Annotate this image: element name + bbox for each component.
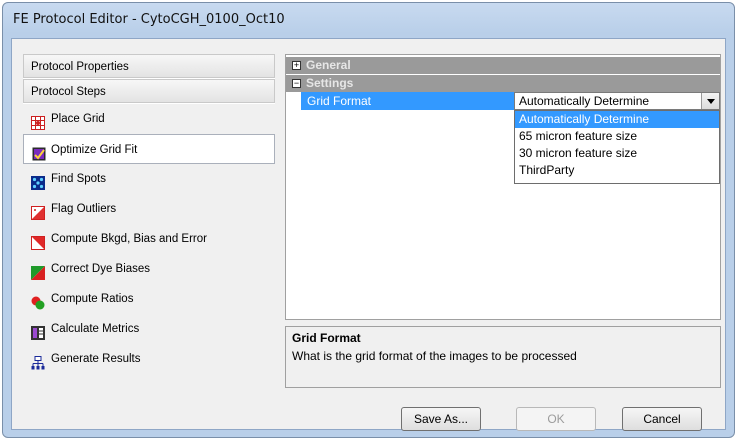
step-label: Flag Outliers	[51, 203, 117, 215]
section-protocol-steps[interactable]: Protocol Steps	[23, 79, 275, 103]
step-find-spots[interactable]: Find Spots	[23, 164, 275, 194]
compute-ratios-icon	[31, 292, 45, 310]
ok-button[interactable]: OK	[516, 407, 596, 431]
optimize-grid-icon	[32, 143, 46, 161]
step-label: Correct Dye Biases	[51, 263, 151, 275]
option-thirdparty[interactable]: ThirdParty	[515, 162, 719, 179]
step-label: Compute Bkgd, Bias and Error	[51, 233, 207, 245]
cancel-button[interactable]: Cancel	[622, 407, 702, 431]
calculate-metrics-icon	[31, 322, 45, 340]
window-title: FE Protocol Editor - CytoCGH_0100_Oct10	[13, 12, 285, 27]
dropdown-arrow-icon[interactable]	[701, 93, 719, 109]
step-place-grid[interactable]: Place Grid	[23, 104, 275, 134]
grid-format-combobox[interactable]: Automatically Determine	[514, 92, 720, 110]
property-help-box: Grid Format What is the grid format of t…	[285, 326, 721, 388]
left-navigation-pane: Protocol Properties Protocol Steps Place…	[23, 54, 275, 372]
help-description: What is the grid format of the images to…	[292, 349, 577, 363]
save-as-button[interactable]: Save As...	[401, 407, 481, 431]
dialog-client-area: Protocol Properties Protocol Steps Place…	[11, 38, 726, 431]
step-flag-outliers[interactable]: Flag Outliers	[23, 194, 275, 224]
property-name-grid-format[interactable]: Grid Format	[301, 92, 514, 110]
step-compute-ratios[interactable]: Compute Ratios	[23, 284, 275, 314]
section-protocol-properties[interactable]: Protocol Properties	[23, 54, 275, 78]
compute-bkgd-icon	[31, 232, 45, 250]
step-label: Optimize Grid Fit	[51, 144, 138, 156]
option-30-micron[interactable]: 30 micron feature size	[515, 145, 719, 162]
step-compute-bkgd[interactable]: Compute Bkgd, Bias and Error	[23, 224, 275, 254]
step-label: Generate Results	[51, 353, 141, 365]
property-grid: + General − Settings Grid Format Automat…	[285, 54, 721, 320]
combobox-value: Automatically Determine	[519, 94, 650, 108]
generate-results-icon	[31, 352, 45, 370]
expand-icon[interactable]: +	[292, 61, 301, 70]
step-correct-dye-biases[interactable]: Correct Dye Biases	[23, 254, 275, 284]
protocol-steps-list: Place Grid Optimize Grid Fit Find Spots	[23, 104, 275, 374]
title-bar[interactable]: FE Protocol Editor - CytoCGH_0100_Oct10	[3, 3, 734, 35]
step-label: Compute Ratios	[51, 293, 134, 305]
step-label: Calculate Metrics	[51, 323, 140, 335]
step-optimize-grid-fit[interactable]: Optimize Grid Fit	[23, 134, 275, 164]
protocol-editor-window: FE Protocol Editor - CytoCGH_0100_Oct10 …	[2, 2, 735, 438]
collapse-icon[interactable]: −	[292, 79, 301, 88]
place-grid-icon	[31, 112, 45, 130]
flag-outliers-icon	[31, 202, 45, 220]
correct-dye-icon	[31, 262, 45, 280]
step-label: Place Grid	[51, 113, 105, 125]
grid-format-dropdown-list: Automatically Determine 65 micron featur…	[514, 110, 720, 184]
option-65-micron[interactable]: 65 micron feature size	[515, 128, 719, 145]
category-general[interactable]: + General	[286, 57, 720, 74]
option-automatically-determine[interactable]: Automatically Determine	[515, 111, 719, 128]
help-title: Grid Format	[292, 331, 361, 345]
step-calculate-metrics[interactable]: Calculate Metrics	[23, 314, 275, 344]
category-settings[interactable]: − Settings	[286, 75, 720, 92]
step-label: Find Spots	[51, 173, 106, 185]
step-generate-results[interactable]: Generate Results	[23, 344, 275, 374]
find-spots-icon	[31, 172, 45, 190]
